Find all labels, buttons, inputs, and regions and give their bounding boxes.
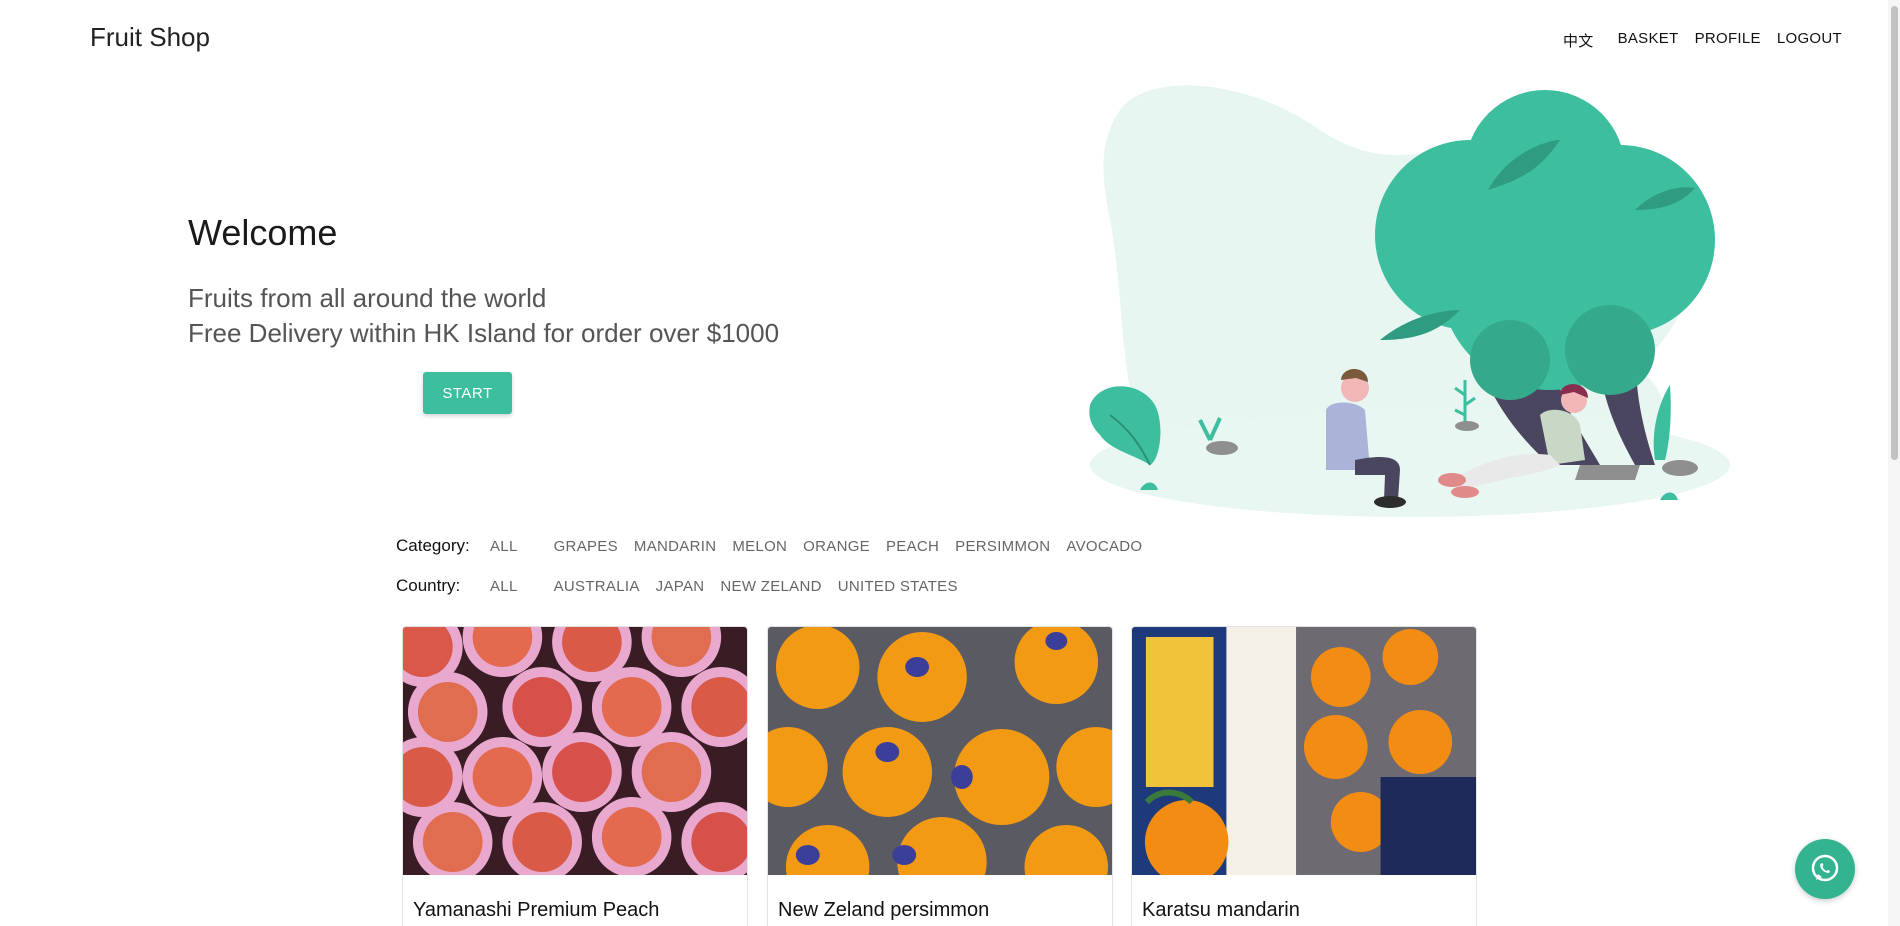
category-option[interactable]: MANDARIN bbox=[634, 538, 716, 555]
hero-illustration bbox=[1089, 85, 1730, 517]
whatsapp-chat-button[interactable] bbox=[1795, 839, 1855, 899]
nav-profile[interactable]: PROFILE bbox=[1695, 30, 1761, 51]
product-card[interactable]: Karatsu mandarin bbox=[1131, 626, 1477, 926]
country-option[interactable]: AUSTRALIA bbox=[554, 578, 640, 595]
brand-logo[interactable]: Fruit Shop bbox=[90, 22, 210, 53]
product-name: New Zeland persimmon bbox=[778, 899, 990, 921]
country-option[interactable]: ALL bbox=[490, 578, 518, 595]
nav-logout[interactable]: LOGOUT bbox=[1777, 30, 1842, 51]
country-filter: Country: ALL AUSTRALIA JAPAN NEW ZELAND … bbox=[396, 576, 974, 596]
category-option[interactable]: ORANGE bbox=[803, 538, 870, 555]
nav-basket[interactable]: BASKET bbox=[1618, 30, 1679, 51]
start-button[interactable]: START bbox=[423, 372, 512, 414]
category-option[interactable]: ALL bbox=[490, 538, 518, 555]
product-card[interactable]: Yamanashi Premium Peach bbox=[402, 626, 748, 926]
country-label: Country: bbox=[396, 576, 461, 595]
product-card[interactable]: New Zeland persimmon bbox=[767, 626, 1113, 926]
peach-photo bbox=[403, 627, 747, 882]
country-option[interactable]: UNITED STATES bbox=[838, 578, 958, 595]
country-option[interactable]: JAPAN bbox=[656, 578, 705, 595]
category-option[interactable]: GRAPES bbox=[554, 538, 618, 555]
language-toggle[interactable]: 中文 bbox=[1563, 30, 1594, 51]
category-option[interactable]: PEACH bbox=[886, 538, 939, 555]
hero-tagline-2: Free Delivery within HK Island for order… bbox=[188, 318, 780, 348]
page-scrollbar[interactable] bbox=[1888, 0, 1900, 926]
category-option[interactable]: MELON bbox=[732, 538, 787, 555]
category-label: Category: bbox=[396, 536, 470, 555]
category-option[interactable]: PERSIMMON bbox=[955, 538, 1050, 555]
hero-tagline-1: Fruits from all around the world bbox=[188, 283, 547, 313]
top-nav: 中文 BASKET PROFILE LOGOUT bbox=[1563, 30, 1842, 51]
mandarin-box-photo bbox=[1132, 627, 1476, 884]
persimmon-photo bbox=[768, 627, 1112, 909]
whatsapp-icon bbox=[1811, 854, 1839, 882]
product-name: Yamanashi Premium Peach bbox=[413, 899, 660, 921]
country-option[interactable]: NEW ZELAND bbox=[720, 578, 821, 595]
product-name: Karatsu mandarin bbox=[1142, 899, 1300, 921]
category-option[interactable]: AVOCADO bbox=[1066, 538, 1142, 555]
scrollbar-thumb[interactable] bbox=[1891, 6, 1898, 460]
hero-title: Welcome bbox=[188, 212, 338, 253]
category-filter: Category: ALL GRAPES MANDARIN MELON ORAN… bbox=[396, 536, 1158, 556]
